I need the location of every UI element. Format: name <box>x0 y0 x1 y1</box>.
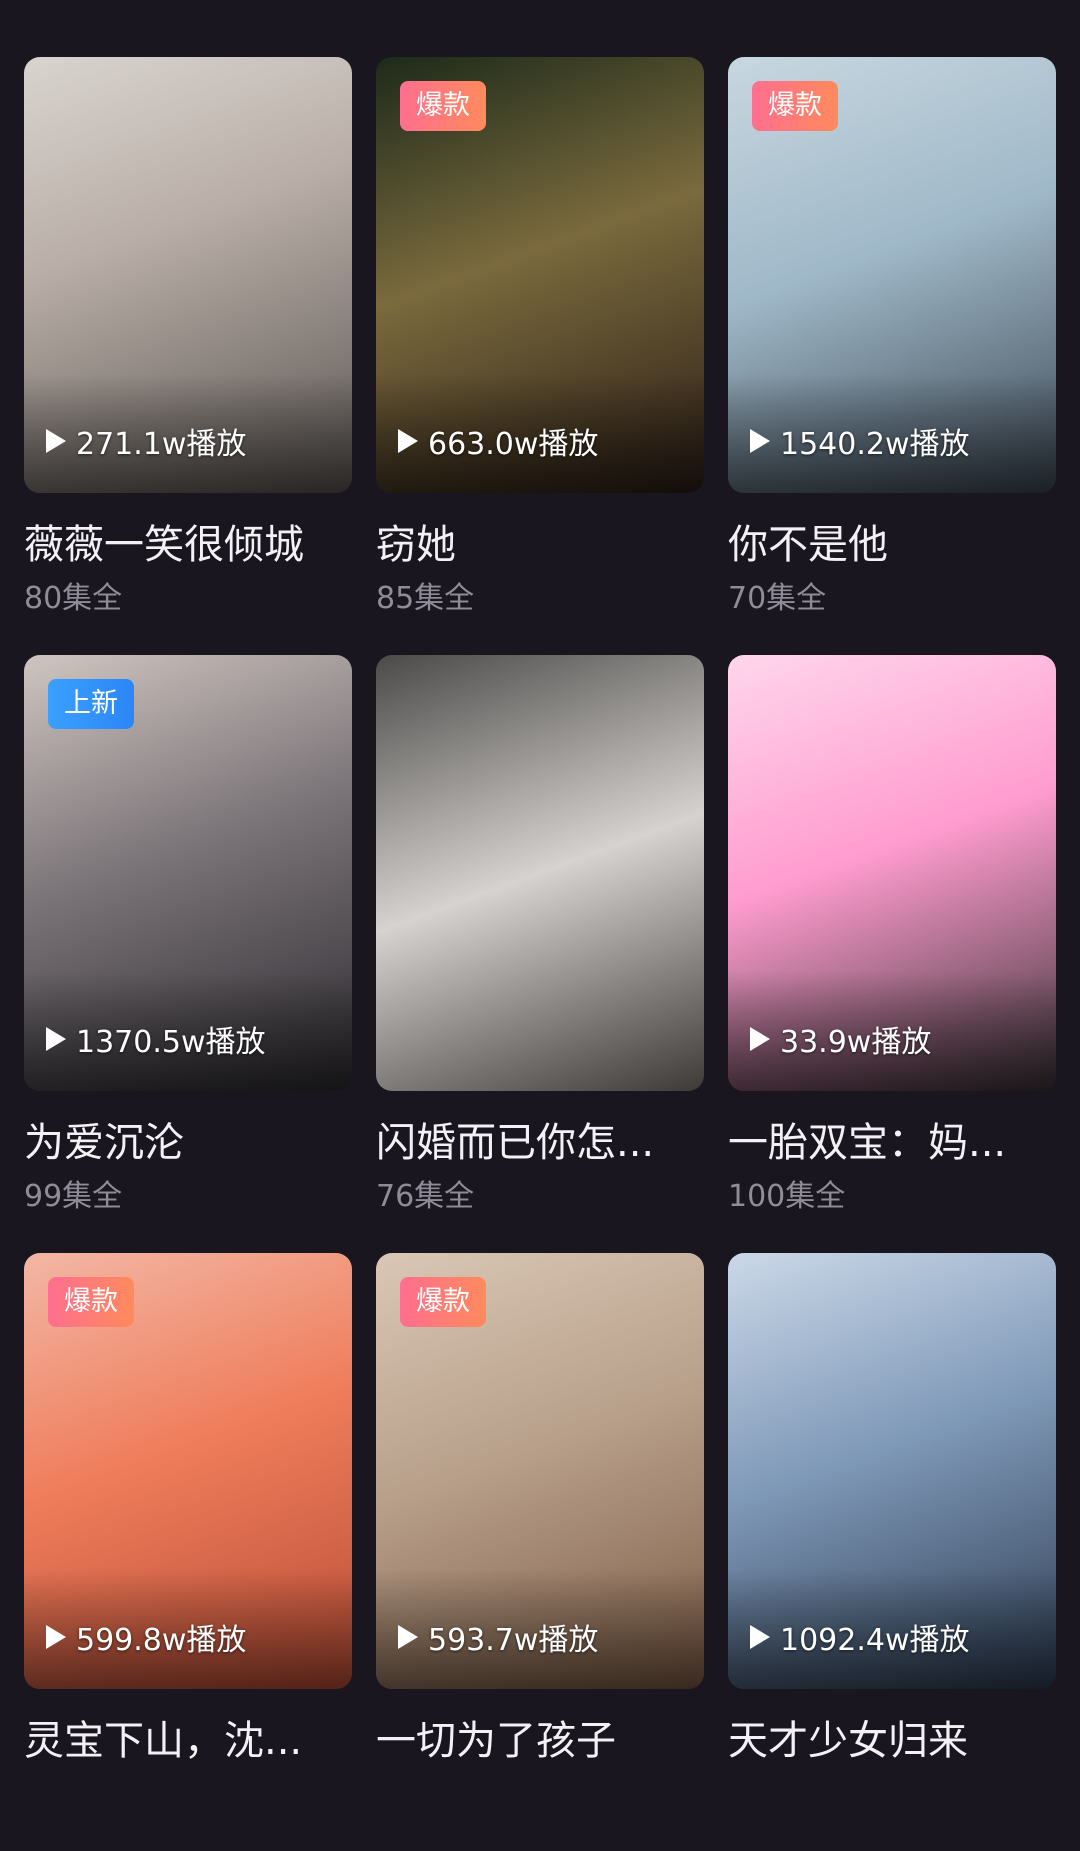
drama-cover[interactable]: 爆款 593.7w播放 <box>376 1253 704 1689</box>
drama-title[interactable]: 薇薇一笑很倾城 <box>24 521 352 569</box>
play-icon <box>46 1027 66 1051</box>
play-count-text: 33.9w播放 <box>780 1025 932 1060</box>
drama-card[interactable]: 爆款 593.7w播放 一切为了孩子 <box>376 1253 704 1851</box>
new-badge: 上新 <box>48 679 134 729</box>
drama-title[interactable]: 窃她 <box>376 521 704 569</box>
episode-count: 70集全 <box>728 581 827 616</box>
play-icon <box>750 1027 770 1051</box>
drama-card[interactable]: 爆款 663.0w播放 窃她 85集全 <box>376 57 704 655</box>
drama-card[interactable]: 271.1w播放 薇薇一笑很倾城 80集全 <box>24 57 352 655</box>
drama-title[interactable]: 天才少女归来 <box>728 1717 1056 1765</box>
play-count-text: 271.1w播放 <box>76 427 247 462</box>
drama-title[interactable]: 一胎双宝：妈... <box>728 1119 1056 1167</box>
episode-count: 85集全 <box>376 581 475 616</box>
play-count: 271.1w播放 <box>46 419 246 463</box>
play-icon <box>398 429 418 453</box>
drama-card[interactable]: 爆款 1540.2w播放 你不是他 70集全 <box>728 57 1056 655</box>
play-count: 1092.4w播放 <box>750 1615 970 1659</box>
play-count: 1540.2w播放 <box>750 419 970 463</box>
drama-cover[interactable]: 爆款 1540.2w播放 <box>728 57 1056 493</box>
drama-title[interactable]: 闪婚而已你怎... <box>376 1119 704 1167</box>
play-count-text: 593.7w播放 <box>428 1623 599 1658</box>
play-icon <box>46 1625 66 1649</box>
drama-title[interactable]: 你不是他 <box>728 521 1056 569</box>
drama-cover[interactable] <box>376 655 704 1091</box>
play-count-text: 1370.5w播放 <box>76 1025 266 1060</box>
drama-title[interactable]: 灵宝下山，沈... <box>24 1717 352 1765</box>
drama-cover[interactable]: 271.1w播放 <box>24 57 352 493</box>
drama-card[interactable]: 33.9w播放 一胎双宝：妈... 100集全 <box>728 655 1056 1253</box>
play-icon <box>46 429 66 453</box>
episode-count: 100集全 <box>728 1179 846 1214</box>
play-count-text: 599.8w播放 <box>76 1623 247 1658</box>
drama-card[interactable]: 上新 1370.5w播放 为爱沉沦 99集全 <box>24 655 352 1253</box>
drama-grid: 271.1w播放 薇薇一笑很倾城 80集全 爆款 663.0w播放 窃她 85集… <box>24 57 1056 1851</box>
episode-count: 80集全 <box>24 581 123 616</box>
play-count-text: 663.0w播放 <box>428 427 599 462</box>
hot-badge: 爆款 <box>400 1277 486 1327</box>
play-count: 33.9w播放 <box>750 1017 931 1061</box>
episode-count: 76集全 <box>376 1179 475 1214</box>
drama-cover[interactable]: 1092.4w播放 <box>728 1253 1056 1689</box>
drama-card[interactable]: 闪婚而已你怎... 76集全 <box>376 655 704 1253</box>
drama-cover[interactable]: 爆款 599.8w播放 <box>24 1253 352 1689</box>
play-icon <box>750 1625 770 1649</box>
drama-title[interactable]: 一切为了孩子 <box>376 1717 704 1765</box>
play-count: 593.7w播放 <box>398 1615 598 1659</box>
hot-badge: 爆款 <box>48 1277 134 1327</box>
hot-badge: 爆款 <box>400 81 486 131</box>
play-icon <box>398 1625 418 1649</box>
drama-card[interactable]: 爆款 599.8w播放 灵宝下山，沈... <box>24 1253 352 1851</box>
poster-image <box>376 655 704 1091</box>
play-count-text: 1540.2w播放 <box>780 427 970 462</box>
play-icon <box>750 429 770 453</box>
drama-cover[interactable]: 33.9w播放 <box>728 655 1056 1091</box>
drama-cover[interactable]: 上新 1370.5w播放 <box>24 655 352 1091</box>
play-count: 599.8w播放 <box>46 1615 246 1659</box>
play-count: 663.0w播放 <box>398 419 598 463</box>
hot-badge: 爆款 <box>752 81 838 131</box>
play-count-text: 1092.4w播放 <box>780 1623 970 1658</box>
drama-cover[interactable]: 爆款 663.0w播放 <box>376 57 704 493</box>
play-count: 1370.5w播放 <box>46 1017 266 1061</box>
drama-card[interactable]: 1092.4w播放 天才少女归来 <box>728 1253 1056 1851</box>
drama-title[interactable]: 为爱沉沦 <box>24 1119 352 1167</box>
episode-count: 99集全 <box>24 1179 123 1214</box>
